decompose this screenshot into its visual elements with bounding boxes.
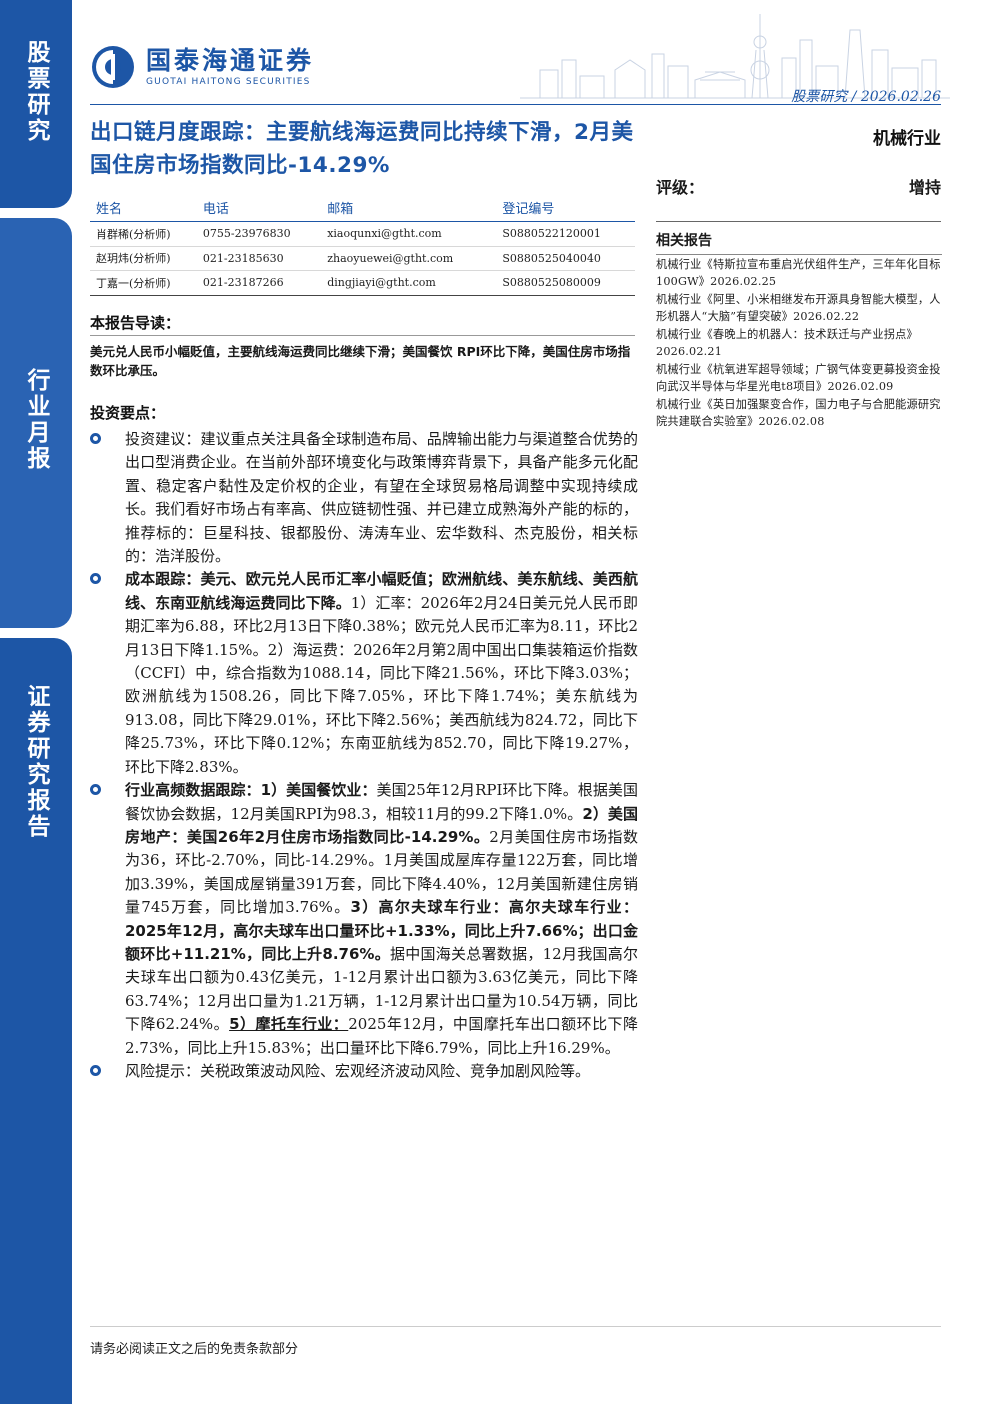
point-cost-tracking: 成本跟踪：美元、欧元兑人民币汇率小幅贬值；欧洲航线、美东航线、美西航线、东南亚航… bbox=[90, 568, 638, 779]
analyst-name: 赵玥炜(分析师) bbox=[90, 246, 197, 271]
rating-divider bbox=[656, 221, 941, 222]
analyst-phone: 021-23187266 bbox=[196, 270, 322, 296]
sidebar-label-stock-research: 股票研究 bbox=[23, 40, 49, 144]
point-bold-text: 行业高频数据跟踪：1）美国餐饮业： bbox=[125, 781, 377, 800]
bullet-icon bbox=[90, 573, 101, 585]
related-report-item[interactable]: 机械行业《杭氧进军超导领域；广钢气体变更募投资金投向武汉半导体与华星光电t8项目… bbox=[656, 361, 942, 395]
point-text: 投资建议：建议重点关注具备全球制造布局、品牌输出能力与渠道整合优势的出口型消费企… bbox=[125, 430, 638, 566]
footer-disclaimer[interactable]: 请务必阅读正文之后的免责条款部分 bbox=[90, 1338, 298, 1357]
footer-divider bbox=[90, 1326, 941, 1327]
industry-label: 机械行业 bbox=[873, 129, 941, 149]
analyst-table: 姓名 电话 邮箱 登记编号 肖群稀(分析师) 0755-23976830 xia… bbox=[90, 198, 635, 296]
header-name: 姓名 bbox=[90, 198, 197, 222]
point-bold-text: 5）摩托车行业： bbox=[229, 1015, 349, 1034]
table-row: 丁嘉一(分析师) 021-23187266 dingjiayi@gtht.com… bbox=[90, 270, 635, 296]
header-reg-no: 登记编号 bbox=[496, 198, 635, 222]
table-row: 赵玥炜(分析师) 021-23185630 zhaoyuewei@gtht.co… bbox=[90, 246, 635, 271]
rating-value: 增持 bbox=[908, 178, 941, 197]
guide-heading: 本报告导读： bbox=[90, 314, 181, 332]
bullet-icon bbox=[90, 1064, 101, 1076]
header-meta: 股票研究 / 2026.02.26 bbox=[791, 89, 941, 105]
brand-name-en: GUOTAI HAITONG SECURITIES bbox=[146, 77, 311, 87]
analyst-phone: 0755-23976830 bbox=[196, 221, 322, 247]
header-email: 邮箱 bbox=[321, 198, 497, 222]
analyst-reg-no: S0880525040040 bbox=[496, 246, 635, 271]
analyst-email[interactable]: dingjiayi@gtht.com bbox=[321, 270, 497, 296]
rating-row: 评级： 增持 bbox=[656, 174, 941, 198]
related-reports: 相关报告 机械行业《特斯拉宣布重启光伏组件生产，三年年化目标100GW》2026… bbox=[656, 230, 942, 430]
related-report-item[interactable]: 机械行业《春晚上的机器人：技术跃迁与产业拐点》2026.02.21 bbox=[656, 326, 942, 360]
report-title: 出口链月度跟踪：主要航线海运费同比持续下滑，2月美国住房市场指数同比-14.29… bbox=[90, 120, 634, 178]
investment-points: 投资建议：建议重点关注具备全球制造布局、品牌输出能力与渠道整合优势的出口型消费企… bbox=[90, 428, 638, 1083]
rating-label: 评级： bbox=[656, 178, 705, 197]
sidebar-label-monthly: 行业月报 bbox=[23, 368, 49, 472]
point-text: 风险提示：关税政策波动风险、宏观经济波动风险、竞争加剧风险等。 bbox=[125, 1061, 591, 1080]
point-investment-advice: 投资建议：建议重点关注具备全球制造布局、品牌输出能力与渠道整合优势的出口型消费企… bbox=[90, 428, 638, 568]
points-heading: 投资要点： bbox=[90, 404, 166, 422]
point-text: 1）汇率：2026年2月24日美元兑人民币即期汇率为6.88，环比2月13日下降… bbox=[125, 593, 638, 776]
sidebar: 股票研究 行业月报 证券研究报告 bbox=[0, 0, 72, 1404]
logo-mark-icon bbox=[90, 44, 136, 90]
bullet-icon bbox=[90, 433, 101, 444]
analyst-name: 肖群稀(分析师) bbox=[90, 221, 197, 247]
sidebar-block-stock-research: 股票研究 bbox=[0, 0, 72, 208]
analyst-name: 丁嘉一(分析师) bbox=[90, 270, 197, 296]
guide-divider bbox=[90, 335, 635, 336]
header-phone: 电话 bbox=[196, 198, 322, 222]
related-report-item[interactable]: 机械行业《阿里、小米相继发布开源具身智能大模型，人形机器人“大脑”有望突破》20… bbox=[656, 291, 942, 325]
related-report-item[interactable]: 机械行业《英日加强聚变合作，国力电子与合肥能源研究院共建联合实验室》2026.0… bbox=[656, 396, 942, 430]
analyst-reg-no: S0880522120001 bbox=[496, 221, 635, 247]
analyst-phone: 021-23185630 bbox=[196, 246, 322, 271]
sidebar-block-securities-report: 证券研究报告 bbox=[0, 638, 72, 1404]
related-report-item[interactable]: 机械行业《特斯拉宣布重启光伏组件生产，三年年化目标100GW》2026.02.2… bbox=[656, 256, 942, 290]
point-high-frequency-data: 行业高频数据跟踪：1）美国餐饮业：美国25年12月RPI环比下降。根据美国餐饮协… bbox=[90, 779, 638, 1060]
table-row: 肖群稀(分析师) 0755-23976830 xiaoqunxi@gtht.co… bbox=[90, 221, 635, 247]
analyst-table-header: 姓名 电话 邮箱 登记编号 bbox=[90, 198, 635, 222]
sidebar-block-monthly: 行业月报 bbox=[0, 218, 72, 628]
analyst-email[interactable]: xiaoqunxi@gtht.com bbox=[321, 221, 497, 247]
header-divider bbox=[90, 104, 941, 105]
analyst-reg-no: S0880525080009 bbox=[496, 270, 635, 296]
bullet-icon bbox=[90, 784, 101, 796]
point-risk-warning: 风险提示：关税政策波动风险、宏观经济波动风险、竞争加剧风险等。 bbox=[90, 1060, 638, 1083]
sidebar-label-securities-report: 证券研究报告 bbox=[23, 684, 49, 840]
brand-name-cn: 国泰海通证券 bbox=[146, 46, 315, 75]
related-reports-heading: 相关报告 bbox=[656, 230, 942, 255]
brand-logo: 国泰海通证券 GUOTAI HAITONG SECURITIES bbox=[90, 44, 314, 90]
guide-text: 美元兑人民币小幅贬值，主要航线海运费同比继续下滑；美国餐饮 RPI环比下降，美国… bbox=[90, 344, 631, 378]
analyst-email[interactable]: zhaoyuewei@gtht.com bbox=[321, 246, 497, 271]
